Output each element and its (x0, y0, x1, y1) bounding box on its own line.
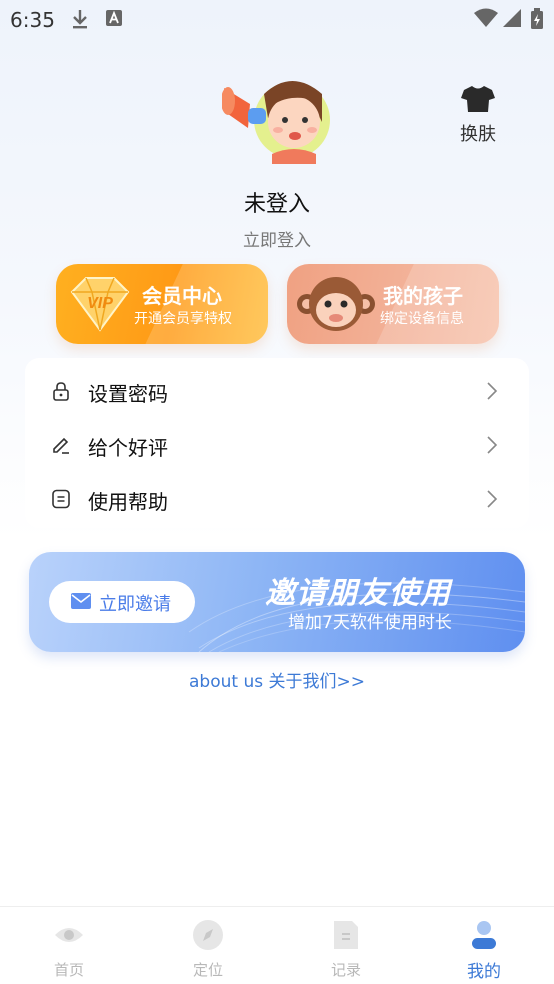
invite-title: 邀请朋友使用 (265, 576, 451, 611)
bottom-tab-bar: 首页 定位 记录 我的 (0, 906, 554, 984)
menu-item-rate-app[interactable]: 给个好评 (25, 420, 529, 470)
skin-label: 换肤 (460, 124, 496, 145)
compass-icon (193, 920, 223, 950)
kid-card-subtitle: 绑定设备信息 (380, 311, 464, 327)
wifi-icon (474, 8, 498, 32)
lock-icon (53, 382, 69, 401)
invite-subtitle: 增加7天软件使用时长 (288, 613, 452, 633)
menu-label: 使用帮助 (88, 490, 168, 514)
chevron-right-icon (487, 382, 498, 400)
signal-icon (502, 8, 522, 32)
shirt-icon (461, 86, 495, 112)
download-icon (70, 8, 90, 34)
tab-records[interactable]: 记录 (306, 907, 386, 984)
document-icon (52, 489, 70, 509)
about-us-link[interactable]: about us 关于我们>> (0, 667, 554, 692)
tab-home[interactable]: 首页 (29, 907, 109, 984)
battery-icon (530, 8, 544, 34)
tab-label: 定位 (192, 961, 223, 979)
monkey-icon (297, 274, 375, 340)
vip-center-card[interactable]: VIP 会员中心 开通会员享特权 (56, 264, 268, 344)
pencil-icon (53, 437, 69, 454)
chevron-right-icon (487, 436, 498, 454)
status-time: 6:35 (10, 8, 55, 32)
menu-item-set-password[interactable]: 设置密码 (25, 366, 529, 416)
menu-label: 给个好评 (88, 436, 168, 460)
tab-label: 我的 (467, 962, 501, 982)
menu-item-help[interactable]: 使用帮助 (25, 474, 529, 524)
my-child-card[interactable]: 我的孩子 绑定设备信息 (287, 264, 499, 344)
tab-label: 记录 (330, 961, 361, 979)
settings-menu: 设置密码 给个好评 使用帮助 (25, 358, 529, 528)
tab-label: 首页 (53, 961, 84, 979)
svg-text:VIP: VIP (87, 295, 113, 312)
menu-label: 设置密码 (88, 382, 168, 406)
login-link[interactable]: 立即登入 (0, 226, 554, 251)
skin-button[interactable]: 换肤 (452, 84, 504, 146)
invite-button-label: 立即邀请 (99, 594, 171, 615)
eye-icon (55, 928, 83, 942)
document-icon (334, 921, 358, 949)
login-status-title: 未登入 (243, 192, 310, 217)
vip-card-subtitle: 开通会员享特权 (134, 311, 232, 327)
mail-icon (71, 593, 91, 609)
vip-card-title: 会员中心 (142, 284, 222, 308)
text-a-icon (105, 8, 123, 32)
tab-location[interactable]: 定位 (168, 907, 248, 984)
invite-button[interactable]: 立即邀请 (49, 581, 195, 623)
kid-card-title: 我的孩子 (383, 284, 463, 308)
invite-friends-banner[interactable]: 立即邀请 邀请朋友使用 增加7天软件使用时长 (29, 552, 525, 652)
vip-diamond-icon: VIP (66, 274, 132, 338)
chevron-right-icon (487, 490, 498, 508)
user-icon (472, 921, 496, 949)
avatar[interactable] (221, 74, 334, 164)
tab-mine[interactable]: 我的 (444, 907, 524, 984)
status-bar: 6:35 (0, 0, 554, 40)
